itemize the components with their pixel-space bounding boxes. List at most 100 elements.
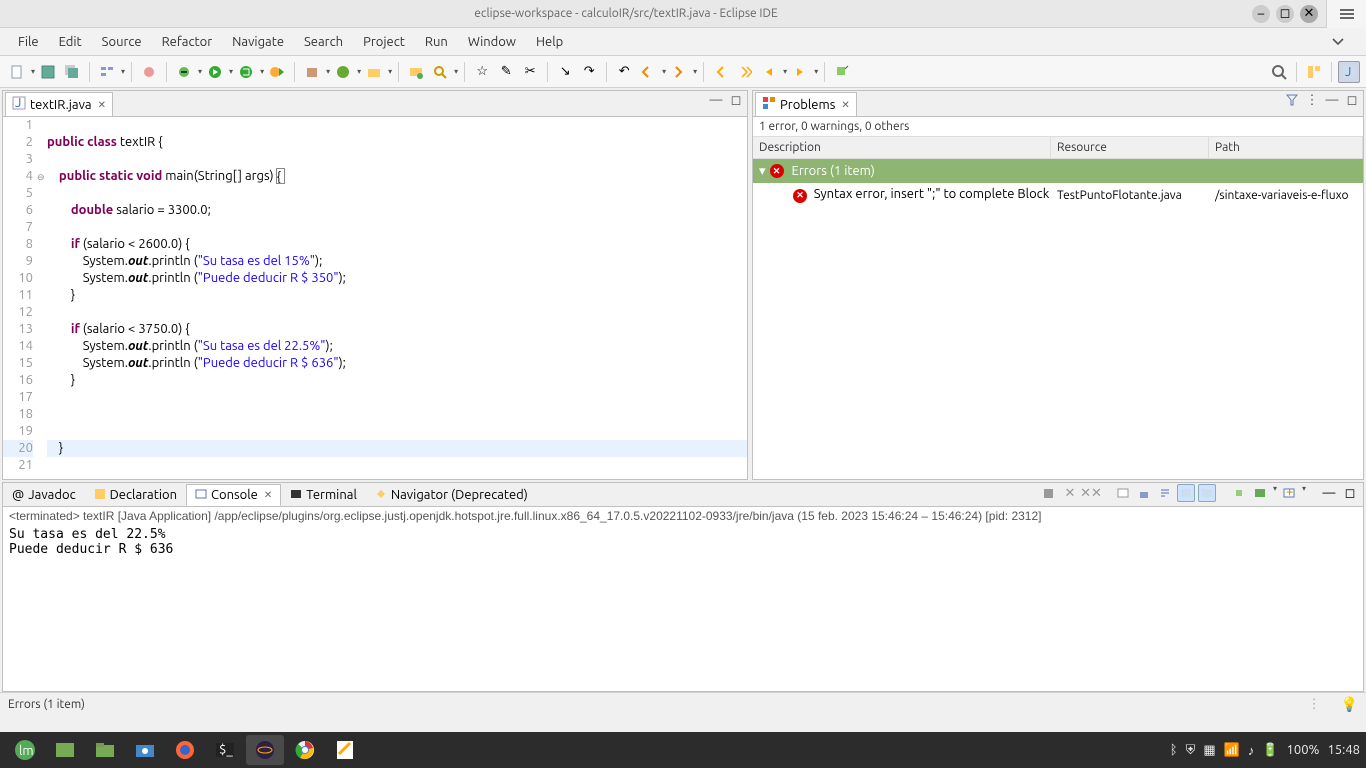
toggle-mark-icon[interactable]: ☆ xyxy=(471,61,493,83)
menu-help[interactable]: Help xyxy=(526,31,573,53)
clock[interactable]: 15:48 xyxy=(1327,743,1360,757)
coverage-icon[interactable] xyxy=(235,61,257,83)
dropdown-icon[interactable]: ▾ xyxy=(121,67,125,76)
show-console-on-err-icon[interactable] xyxy=(1198,484,1216,502)
minimize-button[interactable]: – xyxy=(1252,5,1270,23)
text-editor-icon[interactable] xyxy=(326,735,364,765)
tab-terminal[interactable]: Terminal xyxy=(281,484,366,506)
prev-annotation-icon[interactable] xyxy=(637,61,659,83)
menu-source[interactable]: Source xyxy=(92,31,152,53)
wand-icon[interactable]: ✎ xyxy=(495,61,517,83)
battery-icon[interactable]: 🔋 xyxy=(1262,743,1278,758)
wifi-icon[interactable]: 📶 xyxy=(1224,743,1240,758)
dropdown-icon[interactable]: ▾ xyxy=(260,67,264,76)
tab-javadoc[interactable]: @Javadoc xyxy=(3,484,85,506)
new-package-icon[interactable] xyxy=(301,61,323,83)
perspective-toggle[interactable] xyxy=(1326,0,1366,28)
menu-refactor[interactable]: Refactor xyxy=(152,31,223,53)
dropdown-icon[interactable]: ▾ xyxy=(326,67,330,76)
tab-declaration[interactable]: Declaration xyxy=(85,484,186,506)
mint-menu-icon[interactable]: lm xyxy=(6,735,44,765)
forward-link-icon[interactable] xyxy=(734,61,756,83)
forward-history-icon[interactable] xyxy=(789,61,811,83)
close-tab-icon[interactable]: ✕ xyxy=(264,489,272,501)
show-console-on-out-icon[interactable] xyxy=(1177,484,1195,502)
run-icon[interactable] xyxy=(204,61,226,83)
menu-edit[interactable]: Edit xyxy=(49,31,92,53)
new-icon[interactable] xyxy=(6,61,28,83)
close-window-button[interactable]: ✕ xyxy=(1300,5,1318,23)
update-icon[interactable]: ▦ xyxy=(1203,743,1215,758)
run-last-icon[interactable] xyxy=(266,61,288,83)
dropdown-icon[interactable]: ▾ xyxy=(1302,484,1306,502)
menu-project[interactable]: Project xyxy=(353,31,415,53)
col-description[interactable]: Description xyxy=(753,137,1051,158)
maximize-button[interactable]: ◻ xyxy=(1276,5,1294,23)
firefox-icon[interactable] xyxy=(166,735,204,765)
menu-run[interactable]: Run xyxy=(415,31,458,53)
search-icon[interactable] xyxy=(429,61,451,83)
minimize-pane-icon[interactable]: — xyxy=(709,93,723,107)
last-edit-icon[interactable]: ↶ xyxy=(613,61,635,83)
menu-chevron[interactable] xyxy=(1318,38,1358,46)
dropdown-icon[interactable]: ▾ xyxy=(693,67,697,76)
filter-icon[interactable] xyxy=(1285,93,1299,107)
menu-search[interactable]: Search xyxy=(294,31,353,53)
debug-icon[interactable] xyxy=(173,61,195,83)
minimize-pane-icon[interactable]: — xyxy=(1320,484,1338,502)
dropdown-icon[interactable]: ▾ xyxy=(388,67,392,76)
remove-all-icon[interactable]: ✕✕ xyxy=(1082,484,1100,502)
save-all-icon[interactable] xyxy=(61,61,83,83)
problems-table-header[interactable]: Description Resource Path xyxy=(753,136,1363,159)
display-selected-icon[interactable] xyxy=(1251,484,1269,502)
word-wrap-icon[interactable] xyxy=(1156,484,1174,502)
files-icon[interactable] xyxy=(86,735,124,765)
open-perspective-icon[interactable] xyxy=(1303,61,1325,83)
tab-console[interactable]: Console✕ xyxy=(186,484,281,506)
dropdown-icon[interactable]: ▾ xyxy=(357,67,361,76)
chrome-icon[interactable] xyxy=(286,735,324,765)
new-class-icon[interactable] xyxy=(332,61,354,83)
menu-window[interactable]: Window xyxy=(458,31,526,53)
code-editor[interactable]: 123456789101112131415161718192021 ⊖ publ… xyxy=(3,117,747,479)
back-history-icon[interactable] xyxy=(758,61,780,83)
quick-access-icon[interactable] xyxy=(1268,61,1290,83)
save-icon[interactable] xyxy=(37,61,59,83)
tab-navigator[interactable]: Navigator (Deprecated) xyxy=(366,484,537,506)
pin-icon[interactable] xyxy=(831,61,853,83)
scroll-lock-icon[interactable] xyxy=(1135,484,1153,502)
screenshot-icon[interactable] xyxy=(126,735,164,765)
att-icon[interactable]: ✂ xyxy=(519,61,541,83)
problem-item[interactable]: ✕ Syntax error, insert ";" to complete B… xyxy=(753,183,1363,207)
menu-icon[interactable]: ⋮ xyxy=(1308,697,1321,712)
dropdown-icon[interactable]: ▾ xyxy=(229,67,233,76)
dropdown-icon[interactable]: ▾ xyxy=(31,67,35,76)
pin-console-icon[interactable] xyxy=(1230,484,1248,502)
shield-icon[interactable]: ⛨ xyxy=(1186,743,1196,758)
new-folder-icon[interactable] xyxy=(363,61,385,83)
minimize-pane-icon[interactable]: — xyxy=(1325,93,1339,107)
console-output[interactable]: Su tasa es del 22.5% Puede deducir R $ 6… xyxy=(3,525,1363,691)
dropdown-icon[interactable]: ▾ xyxy=(198,67,202,76)
dropdown-icon[interactable]: ▾ xyxy=(662,67,666,76)
dropdown-icon[interactable]: ▾ xyxy=(783,67,787,76)
dropdown-icon[interactable]: ▾ xyxy=(454,67,458,76)
open-type-icon[interactable] xyxy=(405,61,427,83)
eclipse-app-icon[interactable] xyxy=(246,735,284,765)
terminate-icon[interactable] xyxy=(1040,484,1058,502)
remove-launch-icon[interactable]: ✕ xyxy=(1061,484,1079,502)
step-into-icon[interactable]: ↘ xyxy=(554,61,576,83)
menu-navigate[interactable]: Navigate xyxy=(222,31,294,53)
problems-group-errors[interactable]: ▾ ✕ Errors (1 item) xyxy=(753,159,1363,183)
toggle-breadcrumb-icon[interactable] xyxy=(96,61,118,83)
sound-icon[interactable]: ♪ xyxy=(1248,743,1255,758)
bluetooth-icon[interactable]: ᛒ xyxy=(1170,743,1178,757)
editor-tab[interactable]: J textIR.java ✕ xyxy=(5,92,113,116)
maximize-pane-icon[interactable]: ◻ xyxy=(729,93,743,107)
tip-icon[interactable]: 💡 xyxy=(1341,696,1358,713)
dropdown-icon[interactable]: ▾ xyxy=(814,67,818,76)
dropdown-icon[interactable]: ▾ xyxy=(1273,484,1277,502)
view-menu-icon[interactable]: ⋮ xyxy=(1305,93,1319,107)
maximize-pane-icon[interactable]: ◻ xyxy=(1345,93,1359,107)
clear-console-icon[interactable] xyxy=(1114,484,1132,502)
